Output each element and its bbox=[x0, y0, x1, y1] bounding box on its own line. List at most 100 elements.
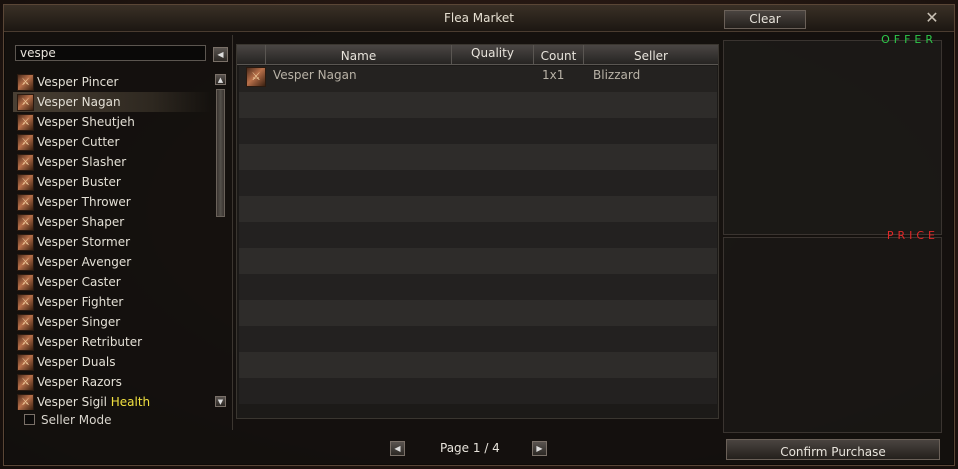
list-item[interactable]: ⚔ Vesper Sheutjeh bbox=[13, 112, 211, 132]
item-name: Vesper Stormer bbox=[37, 235, 131, 249]
item-name: Vesper Retributer bbox=[37, 335, 143, 349]
header-quality[interactable]: Quality bbox=[452, 45, 534, 64]
staff-icon: ⚔ bbox=[17, 274, 34, 291]
item-list-scrollbar[interactable]: ▲ ▼ bbox=[215, 74, 226, 409]
prev-page-icon[interactable]: ◀ bbox=[390, 441, 405, 456]
item-name: Vesper Pincer bbox=[37, 75, 119, 89]
list-item[interactable]: ⚔ Vesper Retributer bbox=[13, 332, 211, 352]
item-name: Vesper Sheutjeh bbox=[37, 115, 135, 129]
dual-swords-icon: ⚔ bbox=[17, 354, 34, 371]
list-item-label: Vesper Buster bbox=[37, 175, 121, 189]
item-name: Vesper Singer bbox=[37, 315, 121, 329]
header-icon-column bbox=[237, 45, 266, 64]
item-name: Vesper Caster bbox=[37, 275, 121, 289]
table-row[interactable]: ⚔ Vesper Nagan 1x1 Blizzard bbox=[239, 66, 717, 92]
list-item[interactable]: ⚔ Vesper Cutter bbox=[13, 132, 211, 152]
list-item-label: Vesper Pincer bbox=[37, 75, 119, 89]
dagger-icon: ⚔ bbox=[17, 234, 34, 251]
item-name: Vesper Cutter bbox=[37, 135, 120, 149]
header-seller[interactable]: Seller bbox=[584, 45, 718, 64]
list-item-label: Vesper Caster bbox=[37, 275, 121, 289]
sword-icon: ⚔ bbox=[17, 154, 34, 171]
list-item-label: Vesper Singer bbox=[37, 315, 120, 329]
dagger-icon: ⚔ bbox=[17, 74, 34, 91]
scroll-up-arrow-icon[interactable]: ▲ bbox=[215, 74, 226, 85]
table-row bbox=[239, 92, 717, 118]
dagger-icon: ⚔ bbox=[17, 94, 34, 111]
item-name: Vesper Thrower bbox=[37, 195, 131, 209]
table-row bbox=[239, 378, 717, 404]
list-item[interactable]: ⚔ Vesper Fighter bbox=[13, 292, 211, 312]
dagger-icon: ⚔ bbox=[246, 67, 266, 87]
staff-icon: ⚔ bbox=[17, 254, 34, 271]
next-page-icon[interactable]: ▶ bbox=[532, 441, 547, 456]
list-item[interactable]: ⚔ Vesper Thrower bbox=[13, 192, 211, 212]
fist-icon: ⚔ bbox=[17, 294, 34, 311]
list-item[interactable]: ⚔ Vesper Pincer bbox=[13, 72, 211, 92]
list-item-label: Vesper Nagan bbox=[37, 95, 121, 109]
list-item[interactable]: ⚔ Vesper Razors bbox=[13, 372, 211, 392]
item-name: Vesper Sigil bbox=[37, 395, 107, 409]
header-name[interactable]: Name bbox=[266, 45, 452, 64]
offer-label: OFFER bbox=[881, 33, 937, 46]
window-title: Flea Market bbox=[443, 11, 515, 25]
seller-mode-label: Seller Mode bbox=[41, 413, 112, 427]
list-item[interactable]: ⚔ Vesper Avenger bbox=[13, 252, 211, 272]
list-item-label: Vesper Cutter bbox=[37, 135, 119, 149]
table-row bbox=[239, 300, 717, 326]
list-item-label: Vesper Fighter bbox=[37, 295, 123, 309]
item-list: ⚔ Vesper Pincer ⚔ Vesper Nagan ⚔ Vesper Sheut… bbox=[13, 72, 211, 410]
list-item[interactable]: ⚔ Vesper Singer bbox=[13, 312, 211, 332]
item-name: Vesper Fighter bbox=[37, 295, 124, 309]
title-bar[interactable]: Flea Market Clear ✕ bbox=[4, 5, 954, 32]
seller-mode-checkbox[interactable] bbox=[24, 414, 35, 425]
razor-icon: ⚔ bbox=[17, 374, 34, 391]
sigil-icon: ⚔ bbox=[17, 394, 34, 410]
list-item[interactable]: ⚔ Vesper Slasher bbox=[13, 152, 211, 172]
bow-icon: ⚔ bbox=[17, 194, 34, 211]
cell-seller: Blizzard bbox=[593, 68, 641, 82]
table-row bbox=[239, 196, 717, 222]
list-item[interactable]: ⚔ Vesper Stormer bbox=[13, 232, 211, 252]
flea-market-window: Flea Market Clear ✕ ◀ ⚔Vesper Pincer⚔Ves… bbox=[3, 4, 955, 466]
search-arrow-left-icon[interactable]: ◀ bbox=[213, 47, 228, 62]
clear-button[interactable]: Clear bbox=[724, 10, 806, 29]
table-row bbox=[239, 118, 717, 144]
list-item[interactable]: ⚔ Vesper Buster bbox=[13, 172, 211, 192]
list-item[interactable]: ⚔ Vesper Caster bbox=[13, 272, 211, 292]
list-item[interactable]: ⚔ Vesper Nagan bbox=[13, 92, 211, 112]
header-count[interactable]: Count bbox=[534, 45, 584, 64]
list-item-label: Vesper Razors bbox=[37, 375, 122, 389]
close-icon[interactable]: ✕ bbox=[924, 9, 940, 27]
list-item-label: Vesper Sheutjeh bbox=[37, 115, 135, 129]
list-item-label: Vesper Sigil Health bbox=[37, 395, 150, 409]
item-name: Vesper Shaper bbox=[37, 215, 125, 229]
list-item[interactable]: ⚔ Vesper Sigil Health bbox=[13, 392, 211, 410]
item-name: Vesper Razors bbox=[37, 375, 122, 389]
list-item[interactable]: ⚔ Vesper Duals bbox=[13, 352, 211, 372]
pagination: ◀ Page 1 / 4 ▶ bbox=[390, 440, 550, 460]
offer-panel: OFFER bbox=[723, 33, 942, 235]
list-item-label: Vesper Slasher bbox=[37, 155, 126, 169]
table-row bbox=[239, 248, 717, 274]
page-indicator: Page 1 / 4 bbox=[440, 441, 500, 455]
search-input[interactable] bbox=[15, 45, 206, 61]
scroll-thumb[interactable] bbox=[216, 89, 225, 217]
table-header: Name Quality Count Seller bbox=[237, 45, 718, 65]
item-name: Vesper Slasher bbox=[37, 155, 127, 169]
table-row bbox=[239, 170, 717, 196]
listing-table: Name Quality Count Seller ⚔ Vesper Nagan 1… bbox=[236, 44, 719, 419]
staff-icon: ⚔ bbox=[17, 334, 34, 351]
scroll-down-arrow-icon[interactable]: ▼ bbox=[215, 396, 226, 407]
table-row bbox=[239, 326, 717, 352]
list-item[interactable]: ⚔ Vesper Shaper bbox=[13, 212, 211, 232]
confirm-purchase-button[interactable]: Confirm Purchase bbox=[726, 439, 940, 460]
list-item-label: Vesper Avenger bbox=[37, 255, 131, 269]
table-row bbox=[239, 222, 717, 248]
staff-icon: ⚔ bbox=[17, 314, 34, 331]
sword-icon: ⚔ bbox=[17, 134, 34, 151]
price-panel: PRICE bbox=[723, 229, 942, 433]
list-item-label: Vesper Retributer bbox=[37, 335, 142, 349]
list-item-label: Vesper Thrower bbox=[37, 195, 131, 209]
item-name: Vesper Nagan bbox=[37, 95, 121, 109]
